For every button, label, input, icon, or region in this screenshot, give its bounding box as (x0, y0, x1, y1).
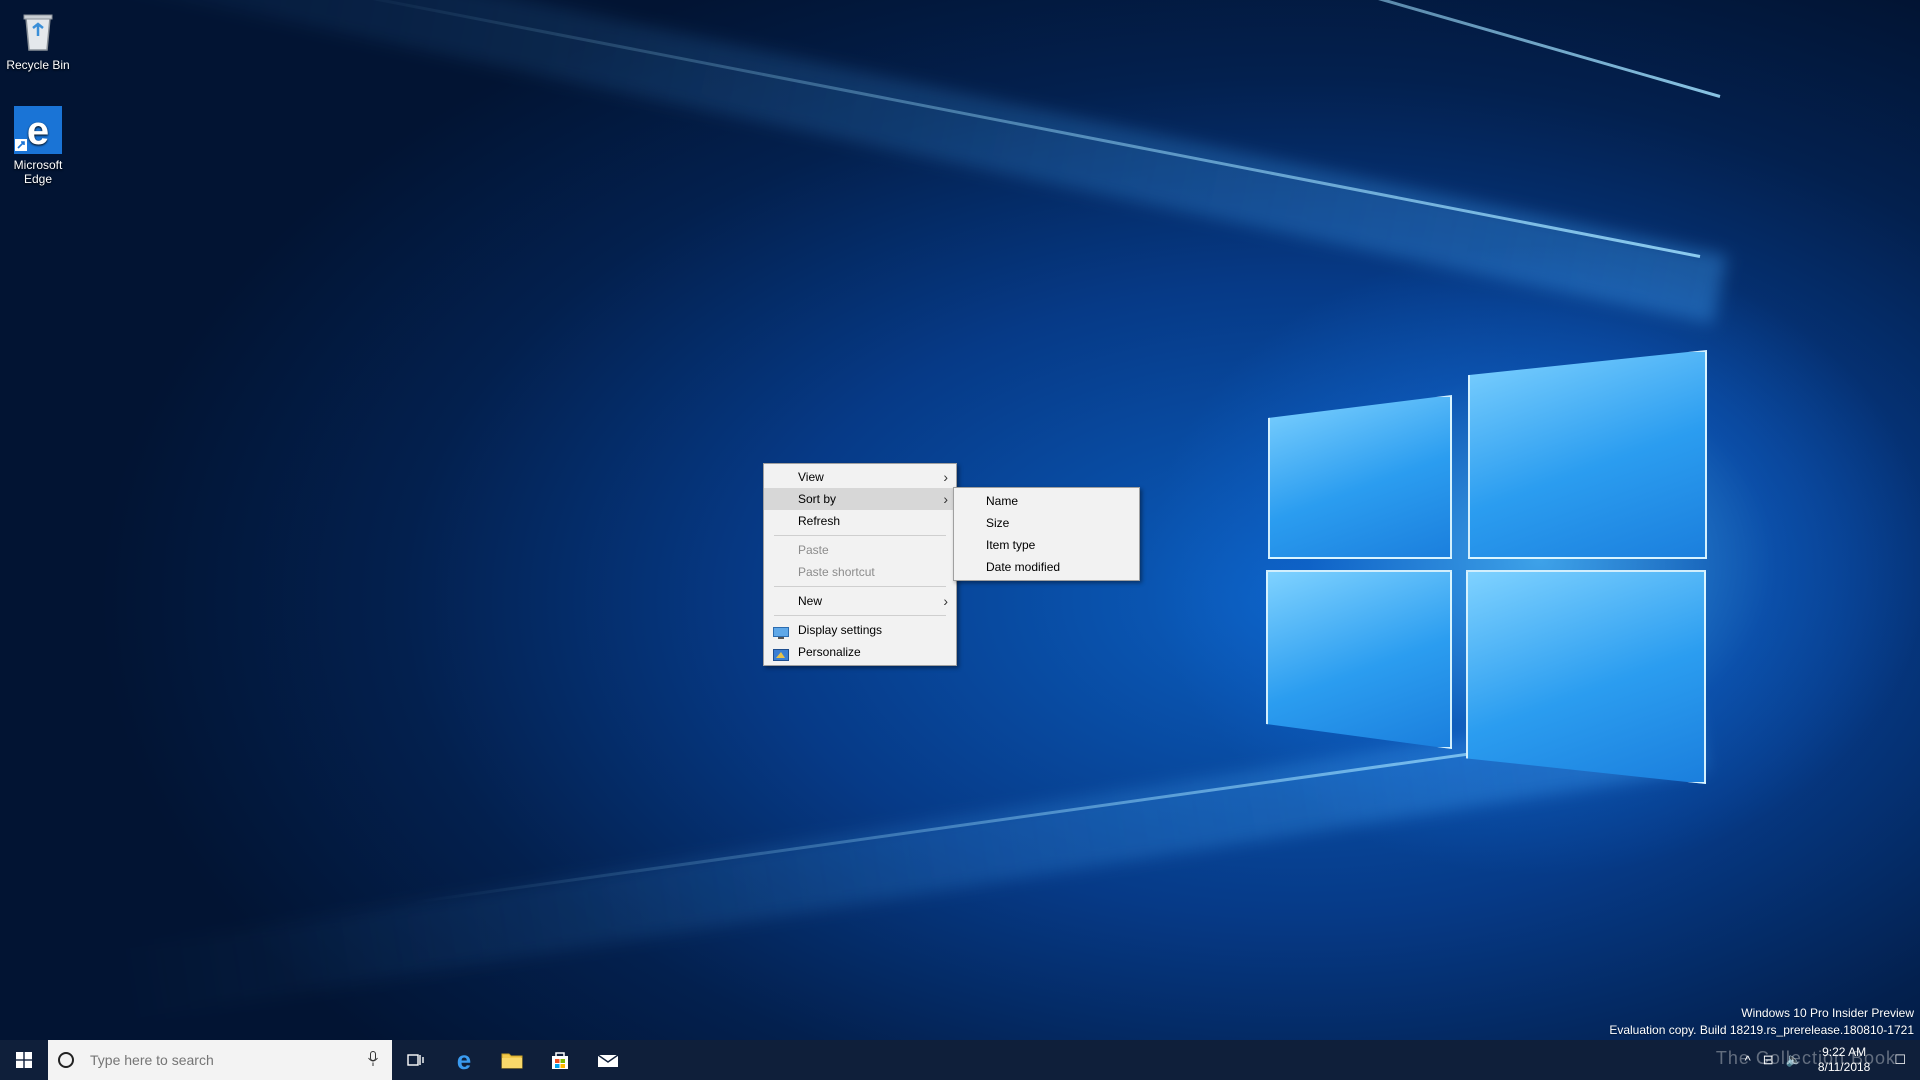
store-icon (552, 1052, 568, 1069)
menu-item-paste-shortcut-label: Paste shortcut (798, 565, 875, 579)
edge-label-line1: Microsoft (13, 158, 63, 172)
menu-item-display-settings-label: Display settings (798, 623, 883, 637)
task-view-icon (407, 1054, 424, 1066)
edge-icon: e (456, 1044, 472, 1075)
menu-separator (774, 535, 946, 536)
menu-item-refresh-label: Refresh (798, 514, 841, 528)
menu-item-refresh[interactable]: Refresh (764, 510, 956, 532)
recycle-bin-icon (14, 6, 62, 54)
folder-icon (501, 1053, 523, 1069)
edge-label-line2: Edge (23, 172, 53, 186)
chevron-right-icon: › (943, 491, 948, 507)
menu-item-paste[interactable]: Paste (764, 539, 956, 561)
menu-item-personalize-label: Personalize (798, 645, 861, 659)
overlay-brand-watermark: The Collection Book (1715, 1048, 1896, 1068)
windows-logo-icon (16, 1052, 32, 1068)
submenu-item-size[interactable]: Size (954, 512, 1139, 534)
microphone-icon[interactable] (368, 1050, 378, 1070)
edge-label: Microsoft Edge (0, 158, 76, 186)
watermark-line1: Windows 10 Pro Insider Preview (1741, 1006, 1914, 1020)
edge-icon: e (14, 106, 62, 154)
menu-item-sort-by[interactable]: Sort by › (764, 488, 956, 510)
menu-separator (774, 586, 946, 587)
menu-item-personalize[interactable]: Personalize (764, 641, 956, 663)
start-button[interactable] (0, 1040, 48, 1080)
chevron-right-icon: › (943, 469, 948, 485)
evaluation-watermark: Windows 10 Pro Insider Preview Evaluatio… (1609, 1005, 1914, 1039)
menu-separator (774, 615, 946, 616)
submenu-item-item-type-label: Item type (986, 538, 1036, 552)
taskbar-store-button[interactable] (536, 1040, 584, 1080)
search-input[interactable] (88, 1051, 352, 1069)
desktop-icon-microsoft-edge[interactable]: e Microsoft Edge (0, 106, 76, 186)
menu-item-display-settings[interactable]: Display settings (764, 619, 956, 641)
sort-by-submenu: Name Size Item type Date modified (953, 487, 1140, 581)
submenu-item-name-label: Name (986, 494, 1019, 508)
menu-item-paste-shortcut[interactable]: Paste shortcut (764, 561, 956, 583)
menu-item-view-label: View (798, 470, 824, 484)
taskbar-mail-button[interactable] (584, 1040, 632, 1080)
menu-item-new-label: New (798, 594, 823, 608)
submenu-item-date-modified[interactable]: Date modified (954, 556, 1139, 578)
logo-pane-bottom-left (1266, 570, 1452, 749)
taskbar-search-box[interactable] (48, 1040, 392, 1080)
logo-pane-bottom-right (1466, 570, 1706, 784)
light-beam (0, 0, 1728, 325)
personalize-icon (773, 646, 789, 661)
mail-icon (597, 1054, 619, 1067)
chevron-right-icon: › (943, 593, 948, 609)
submenu-item-date-modified-label: Date modified (986, 560, 1061, 574)
submenu-item-item-type[interactable]: Item type (954, 534, 1139, 556)
display-icon (773, 624, 789, 639)
task-view-button[interactable] (392, 1040, 440, 1080)
logo-pane-top-right (1468, 350, 1707, 559)
menu-item-sort-by-label: Sort by (798, 492, 837, 506)
svg-text:e: e (27, 109, 49, 153)
watermark-line2: Evaluation copy. Build 18219.rs_prerelea… (1609, 1023, 1914, 1037)
menu-item-new[interactable]: New › (764, 590, 956, 612)
menu-item-paste-label: Paste (798, 543, 829, 557)
taskbar: e ^ ⊟ 🔈 9:22 AM 8/11/2018 ☐ (0, 1040, 1920, 1080)
logo-pane-top-left (1268, 395, 1452, 559)
context-menu: View › Sort by › Refresh Paste Paste sho… (763, 463, 957, 666)
cortana-icon (58, 1052, 74, 1068)
desktop-icon-recycle-bin[interactable]: Recycle Bin (0, 6, 76, 72)
desktop-background[interactable]: Recycle Bin e Microsoft Edge View › Sort… (0, 0, 1920, 1040)
taskbar-edge-button[interactable]: e (440, 1040, 488, 1080)
submenu-item-size-label: Size (986, 516, 1010, 530)
taskbar-file-explorer-button[interactable] (488, 1040, 536, 1080)
recycle-bin-label: Recycle Bin (6, 58, 70, 72)
menu-item-view[interactable]: View › (764, 466, 956, 488)
submenu-item-name[interactable]: Name (954, 490, 1139, 512)
